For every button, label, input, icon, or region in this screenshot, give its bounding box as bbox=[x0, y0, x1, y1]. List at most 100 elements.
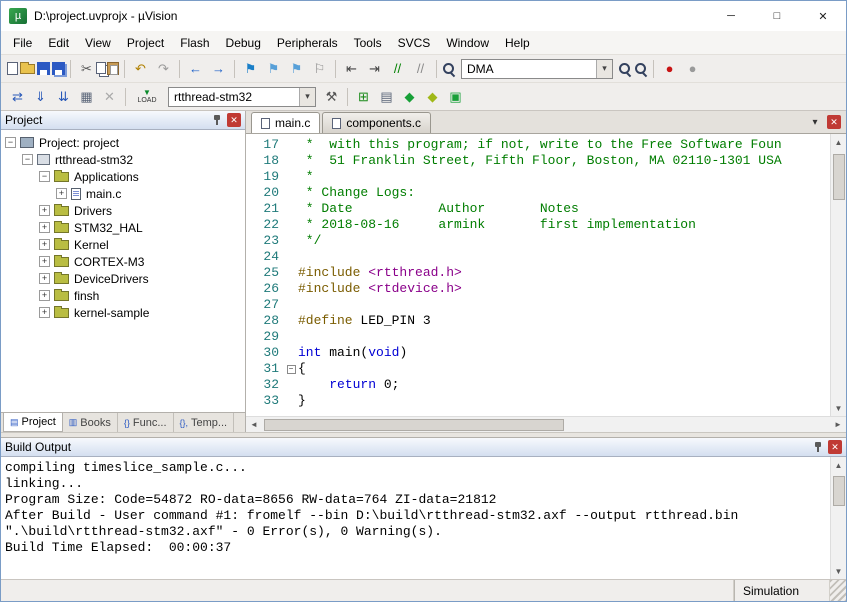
code-line-29[interactable]: 29 bbox=[246, 329, 830, 345]
build-output-close-button[interactable]: ✕ bbox=[828, 440, 842, 454]
indent-icon[interactable]: ⇥ bbox=[364, 58, 385, 79]
load-button[interactable]: ▼LOAD bbox=[133, 85, 161, 109]
navigate-forward-icon[interactable]: → bbox=[208, 58, 229, 79]
expand-icon[interactable]: + bbox=[39, 205, 50, 216]
tree-item-cortex-m3[interactable]: +CORTEX-M3 bbox=[1, 253, 245, 270]
panel-tab-books[interactable]: ▥Books bbox=[63, 413, 118, 432]
scroll-right-icon[interactable]: ► bbox=[830, 417, 846, 433]
output-vscrollbar[interactable]: ▲ ▼ bbox=[830, 457, 846, 579]
tree-item-main-c[interactable]: +main.c bbox=[1, 185, 245, 202]
code-line-26[interactable]: 26#include <rtdevice.h> bbox=[246, 281, 830, 297]
redo-icon[interactable]: ↷ bbox=[153, 58, 174, 79]
bookmark-icon[interactable]: ⚑ bbox=[240, 58, 261, 79]
code-line-18[interactable]: 18 * 51 Franklin Street, Fifth Floor, Bo… bbox=[246, 153, 830, 169]
batch-build-icon[interactable]: ▦ bbox=[76, 86, 97, 107]
code-line-33[interactable]: 33} bbox=[246, 393, 830, 409]
menu-window[interactable]: Window bbox=[438, 33, 497, 53]
expand-icon[interactable]: + bbox=[39, 290, 50, 301]
fold-marker-icon[interactable]: − bbox=[284, 361, 298, 377]
copy-icon[interactable] bbox=[96, 62, 106, 74]
build-icon[interactable]: ⇓ bbox=[30, 86, 51, 107]
vscroll-thumb[interactable] bbox=[833, 154, 845, 200]
scroll-down-icon[interactable]: ▼ bbox=[831, 400, 847, 416]
cut-icon[interactable]: ✂ bbox=[76, 58, 97, 79]
menu-project[interactable]: Project bbox=[119, 33, 172, 53]
find-in-files-icon[interactable] bbox=[442, 62, 456, 76]
code-line-17[interactable]: 17 * with this program; if not, write to… bbox=[246, 137, 830, 153]
previous-bookmark-icon[interactable]: ⚑ bbox=[263, 58, 284, 79]
file-extensions-icon[interactable]: ▤ bbox=[376, 86, 397, 107]
clear-bookmarks-icon[interactable]: ⚐ bbox=[309, 58, 330, 79]
editor-close-button[interactable]: ✕ bbox=[827, 115, 841, 129]
expand-icon[interactable]: + bbox=[39, 307, 50, 318]
editor-vscrollbar[interactable]: ▲ ▼ bbox=[830, 134, 846, 416]
resize-grip[interactable] bbox=[830, 580, 846, 601]
code-line-28[interactable]: 28#define LED_PIN 3 bbox=[246, 313, 830, 329]
target-select[interactable]: rtthread-stm32▾ bbox=[168, 87, 316, 107]
manage-project-items-icon[interactable]: ⊞ bbox=[353, 86, 374, 107]
tree-item-kernel[interactable]: +Kernel bbox=[1, 236, 245, 253]
menu-file[interactable]: File bbox=[5, 33, 40, 53]
find-combo[interactable]: DMA▾ bbox=[461, 59, 613, 79]
menu-flash[interactable]: Flash bbox=[172, 33, 217, 53]
tab-components-c[interactable]: components.c bbox=[322, 112, 431, 133]
menu-debug[interactable]: Debug bbox=[218, 33, 269, 53]
code-line-31[interactable]: 31−{ bbox=[246, 361, 830, 377]
find-icon[interactable] bbox=[618, 62, 632, 76]
collapse-icon[interactable]: − bbox=[39, 171, 50, 182]
tree-item-kernel-sample[interactable]: +kernel-sample bbox=[1, 304, 245, 321]
pack-installer-icon[interactable]: ▣ bbox=[445, 86, 466, 107]
chevron-down-icon[interactable]: ▾ bbox=[808, 115, 822, 129]
menu-view[interactable]: View bbox=[77, 33, 119, 53]
dropdown-arrow-icon[interactable]: ▾ bbox=[299, 88, 315, 106]
expand-icon[interactable]: + bbox=[39, 256, 50, 267]
options-for-target-icon[interactable]: ⚒ bbox=[321, 86, 342, 107]
project-panel-close-button[interactable]: ✕ bbox=[227, 113, 241, 127]
code-line-24[interactable]: 24 bbox=[246, 249, 830, 265]
rebuild-all-icon[interactable]: ⇊ bbox=[53, 86, 74, 107]
code-line-20[interactable]: 20 * Change Logs: bbox=[246, 185, 830, 201]
code-lines[interactable]: 17 * with this program; if not, write to… bbox=[246, 134, 830, 416]
code-line-30[interactable]: 30int main(void) bbox=[246, 345, 830, 361]
scroll-left-icon[interactable]: ◄ bbox=[246, 417, 262, 433]
uncomment-selection-icon[interactable]: // bbox=[410, 58, 431, 79]
tree-item-applications[interactable]: −Applications bbox=[1, 168, 245, 185]
build-output-text[interactable]: compiling timeslice_sample.c...linking..… bbox=[1, 457, 830, 579]
unindent-icon[interactable]: ⇤ bbox=[341, 58, 362, 79]
comment-selection-icon[interactable]: // bbox=[387, 58, 408, 79]
stop-build-icon[interactable]: ✕ bbox=[99, 86, 120, 107]
vscroll-thumb[interactable] bbox=[833, 476, 845, 506]
expand-icon[interactable]: + bbox=[39, 239, 50, 250]
code-line-25[interactable]: 25#include <rtthread.h> bbox=[246, 265, 830, 281]
scroll-up-icon[interactable]: ▲ bbox=[831, 134, 847, 150]
minimize-button[interactable]: ─ bbox=[708, 1, 754, 31]
save-icon[interactable] bbox=[37, 62, 50, 75]
panel-tab-project[interactable]: ▤Project bbox=[3, 413, 63, 432]
navigate-back-icon[interactable]: ← bbox=[185, 58, 206, 79]
scroll-down-icon[interactable]: ▼ bbox=[831, 563, 847, 579]
editor-hscrollbar[interactable]: ◄ ► bbox=[246, 416, 846, 432]
code-line-21[interactable]: 21 * Date Author Notes bbox=[246, 201, 830, 217]
manage-rte-icon[interactable]: ◆ bbox=[399, 86, 420, 107]
incremental-find-icon[interactable] bbox=[634, 62, 648, 76]
new-file-icon[interactable] bbox=[7, 62, 18, 75]
menu-help[interactable]: Help bbox=[497, 33, 538, 53]
panel-tab-temp[interactable]: {},Temp... bbox=[174, 413, 235, 432]
undo-icon[interactable]: ↶ bbox=[130, 58, 151, 79]
menu-edit[interactable]: Edit bbox=[40, 33, 77, 53]
collapse-icon[interactable]: − bbox=[22, 154, 33, 165]
tree-item-devicedrivers[interactable]: +DeviceDrivers bbox=[1, 270, 245, 287]
code-line-22[interactable]: 22 * 2018-08-16 armink first implementat… bbox=[246, 217, 830, 233]
close-button[interactable]: ✕ bbox=[800, 1, 846, 31]
translate-file-icon[interactable]: ⇄ bbox=[7, 86, 28, 107]
collapse-icon[interactable]: − bbox=[5, 137, 16, 148]
select-software-packs-icon[interactable]: ◆ bbox=[422, 86, 443, 107]
insert-breakpoint-icon[interactable]: ● bbox=[659, 58, 680, 79]
save-all-icon[interactable] bbox=[52, 62, 65, 75]
scroll-up-icon[interactable]: ▲ bbox=[831, 457, 847, 473]
expand-icon[interactable]: + bbox=[39, 273, 50, 284]
hscroll-thumb[interactable] bbox=[264, 419, 564, 431]
tree-item-drivers[interactable]: +Drivers bbox=[1, 202, 245, 219]
menu-svcs[interactable]: SVCS bbox=[390, 33, 439, 53]
title-bar[interactable]: µ D:\project.uvprojx - µVision ─ □ ✕ bbox=[1, 1, 846, 31]
